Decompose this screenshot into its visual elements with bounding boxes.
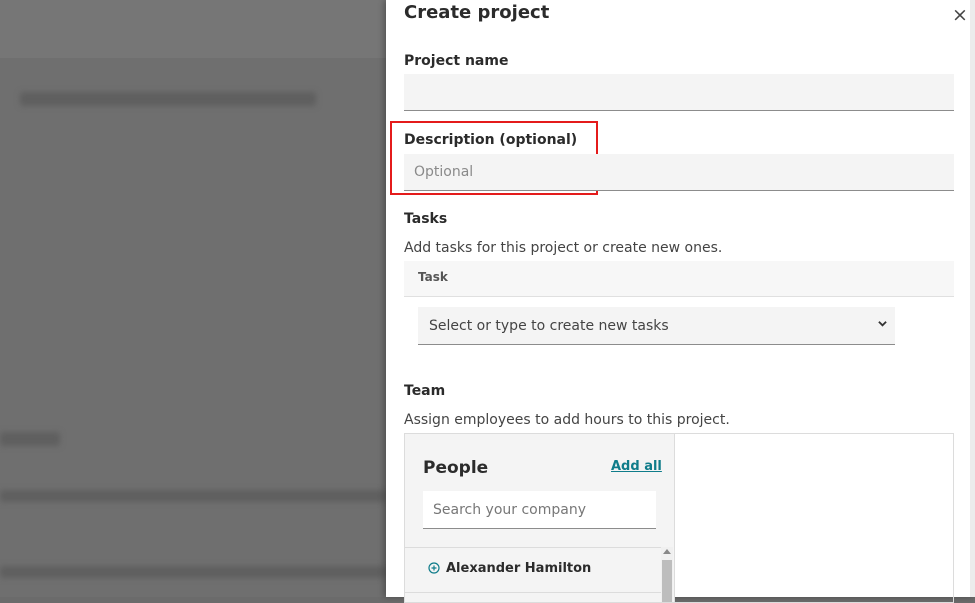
chevron-down-icon — [878, 321, 887, 327]
people-pane: People Add all Alexander Hamilton — [405, 434, 675, 602]
add-all-link[interactable]: Add all — [611, 459, 662, 474]
description-label: Description (optional) — [404, 132, 578, 148]
tasks-label: Tasks — [404, 211, 448, 227]
background-blur — [0, 490, 386, 502]
add-circle-icon[interactable] — [428, 562, 440, 574]
team-assignment-box: People Add all Alexander Hamilton — [404, 433, 954, 603]
scrollbar-thumb[interactable] — [662, 560, 672, 602]
project-name-input[interactable] — [404, 74, 954, 111]
people-search-input[interactable] — [423, 491, 656, 529]
list-item[interactable]: Alexander Hamilton — [405, 548, 661, 593]
create-project-panel: Create project × Project name Descriptio… — [386, 0, 975, 603]
task-table-header: Task — [404, 261, 954, 297]
task-select[interactable]: Select or type to create new tasks — [418, 307, 895, 345]
project-name-label: Project name — [404, 53, 509, 69]
dialog-title: Create project — [404, 2, 550, 23]
people-list: Alexander Hamilton — [405, 547, 661, 603]
people-title: People — [423, 458, 489, 478]
background-blur — [20, 92, 316, 106]
person-name: Alexander Hamilton — [446, 561, 592, 576]
tasks-help-text: Add tasks for this project or create new… — [404, 240, 723, 256]
team-label: Team — [404, 383, 446, 399]
people-list-scrollbar[interactable] — [661, 547, 673, 602]
description-input[interactable] — [404, 154, 954, 191]
background-header — [0, 0, 386, 58]
close-icon[interactable]: × — [952, 4, 968, 26]
background-blur — [0, 432, 60, 446]
background-blur — [0, 566, 386, 578]
task-column-header: Task — [418, 270, 448, 284]
team-help-text: Assign employees to add hours to this pr… — [404, 412, 730, 428]
task-select-placeholder: Select or type to create new tasks — [429, 318, 669, 334]
background-app — [0, 0, 386, 597]
panel-scrollbar[interactable] — [970, 0, 975, 597]
scroll-up-icon[interactable] — [663, 549, 671, 554]
